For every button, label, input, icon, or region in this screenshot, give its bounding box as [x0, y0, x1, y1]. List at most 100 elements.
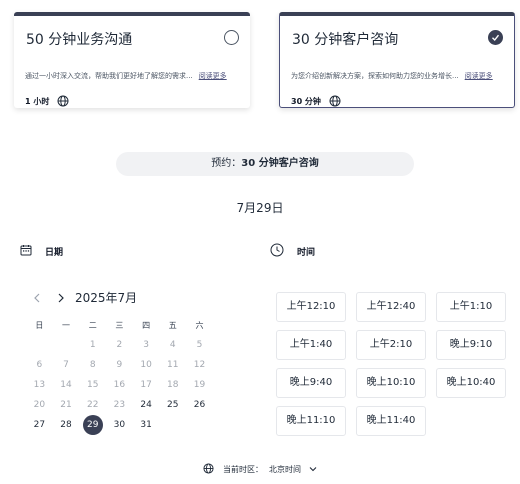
globe-icon	[57, 92, 69, 111]
calendar-week-row: 6 7 8 9 10 11 12	[26, 355, 213, 375]
duration-label: 30 分钟	[291, 97, 321, 106]
calendar-day-number: 18	[167, 380, 179, 390]
calendar-day: 23	[106, 395, 133, 415]
calendar-day[interactable]: 25	[159, 395, 186, 415]
calendar-day-number: 21	[60, 400, 72, 410]
next-month-button[interactable]	[54, 290, 68, 306]
time-slot-button[interactable]: 晚上9:10	[436, 330, 506, 360]
chevron-down-icon	[309, 465, 317, 474]
calendar-day-number: 5	[196, 340, 203, 350]
calendar-day[interactable]: 24	[133, 395, 160, 415]
calendar-day-number: 24	[140, 400, 152, 410]
calendar-day: 4	[159, 335, 186, 355]
calendar-week-row: 1 2 3 4 5	[26, 335, 213, 355]
weekday-header: 六	[195, 321, 204, 330]
calendar-day-number: 12	[193, 360, 206, 370]
calendar-day: 15	[79, 375, 106, 395]
calendar-day-number: 23	[113, 400, 126, 410]
booking-prefix: 预约：	[211, 158, 242, 169]
calendar-day: 10	[133, 355, 160, 375]
calendar-week-row: 13 14 15 16 17 18 19	[26, 375, 213, 395]
calendar-day: 19	[186, 375, 213, 395]
date-section-label: 日期	[45, 248, 64, 258]
service-card-50min[interactable]: 50 分钟业务沟通 通过一小时深入交流，帮助我们更好地了解您的需求... 阅读更多…	[14, 12, 250, 108]
calendar-day-number: 8	[89, 360, 96, 370]
calendar-day[interactable]: 28	[53, 415, 80, 435]
calendar-grid: 日一二三四五六 1 2 3 4 5 6 7 8 9 10 11 12 13 14 15 16 17 18 19 20 21…	[26, 317, 213, 435]
calendar-day: 7	[53, 355, 80, 375]
calendar-day-number: 9	[116, 360, 123, 370]
calendar-day-number: 15	[86, 380, 99, 390]
calendar-day: 8	[79, 355, 106, 375]
calendar-day-number: 29	[82, 415, 103, 435]
calendar-day: 18	[159, 375, 186, 395]
weekday-header: 日	[35, 321, 44, 330]
time-slot-button[interactable]: 上午2:10	[356, 330, 426, 360]
calendar-day-number: 6	[36, 360, 43, 370]
read-more-link[interactable]: 阅读更多	[465, 72, 493, 80]
calendar-day[interactable]: 29	[79, 415, 106, 435]
card-description-text: 通过一小时深入交流，帮助我们更好地了解您的需求...	[25, 72, 193, 80]
calendar-icon	[20, 244, 32, 259]
calendar-day-number: 3	[143, 340, 149, 350]
calendar-day-number: 16	[113, 380, 126, 390]
calendar-day-number: 13	[33, 380, 46, 390]
clock-icon	[270, 243, 284, 260]
time-slot-button[interactable]: 晚上10:10	[356, 368, 426, 398]
radio-unchecked-icon[interactable]	[224, 30, 239, 45]
weekday-header: 三	[115, 321, 124, 330]
calendar-day: 14	[53, 375, 80, 395]
calendar-day-number: 22	[86, 400, 99, 410]
time-section-header: 时间	[270, 243, 315, 260]
calendar-day: 9	[106, 355, 133, 375]
card-title: 30 分钟客户咨询	[292, 32, 399, 48]
booking-summary-banner: 预约：30 分钟客户咨询	[116, 152, 414, 176]
time-slot-button[interactable]: 晚上11:10	[276, 406, 346, 436]
date-section-header: 日期	[20, 244, 63, 259]
time-slot-button[interactable]: 晚上11:40	[356, 406, 426, 436]
calendar-day: 12	[186, 355, 213, 375]
timezone-selector[interactable]: 当前时区： 北京时间	[0, 463, 520, 476]
calendar-day[interactable]: 30	[106, 415, 133, 435]
read-more-link[interactable]: 阅读更多	[199, 72, 227, 80]
card-description: 通过一小时深入交流，帮助我们更好地了解您的需求... 阅读更多	[25, 71, 227, 81]
calendar-day: 6	[26, 355, 53, 375]
time-slot-button[interactable]: 上午1:40	[276, 330, 346, 360]
service-card-30min[interactable]: 30 分钟客户咨询 为您介绍创新解决方案，探索如何助力您的业务增长... 阅读更多…	[279, 12, 515, 108]
time-slot-grid: 上午12:10 上午12:40 上午1:10 上午1:40 上午2:10 晚上9:10 晚上…	[276, 292, 506, 436]
radio-checked-icon[interactable]	[488, 30, 503, 45]
selected-date-heading: 7月29日	[236, 201, 284, 215]
duration-label: 1 小时	[25, 97, 50, 106]
calendar-empty-cell	[26, 335, 53, 355]
prev-month-button[interactable]	[30, 290, 44, 306]
time-slot-button[interactable]: 晚上10:40	[436, 368, 506, 398]
calendar-day: 3	[133, 335, 160, 355]
card-description: 为您介绍创新解决方案，探索如何助力您的业务增长... 阅读更多	[291, 71, 493, 81]
calendar-day-number: 14	[60, 380, 72, 390]
calendar-day: 22	[79, 395, 106, 415]
calendar-day[interactable]: 27	[26, 415, 53, 435]
time-slot-button[interactable]: 上午1:10	[436, 292, 506, 322]
calendar-day[interactable]: 31	[133, 415, 160, 435]
timezone-label: 当前时区：	[223, 465, 263, 474]
calendar-navigation: 2025年7月	[30, 289, 137, 306]
weekday-header: 五	[168, 321, 177, 330]
time-slot-button[interactable]: 晚上9:40	[276, 368, 346, 398]
timezone-value: 北京时间	[269, 465, 301, 474]
calendar-day-number: 11	[167, 360, 179, 370]
calendar-day: 17	[133, 375, 160, 395]
time-slot-button[interactable]: 上午12:10	[276, 292, 346, 322]
calendar-day-number: 28	[60, 420, 72, 430]
booking-service: 30 分钟客户咨询	[241, 158, 319, 169]
calendar-day[interactable]: 26	[186, 395, 213, 415]
calendar-day-number: 19	[193, 380, 206, 390]
calendar-week-row: 27 28 29 30 31	[26, 415, 213, 435]
calendar-day-number: 4	[169, 340, 176, 350]
calendar-month-label: 2025年7月	[75, 291, 138, 305]
time-slot-button[interactable]: 上午12:40	[356, 292, 426, 322]
calendar-week-row: 20 21 22 23 24 25 26	[26, 395, 213, 415]
calendar-day: 2	[106, 335, 133, 355]
card-title: 50 分钟业务沟通	[26, 32, 133, 48]
calendar-empty-cell	[186, 415, 213, 435]
time-section-label: 时间	[297, 248, 316, 258]
